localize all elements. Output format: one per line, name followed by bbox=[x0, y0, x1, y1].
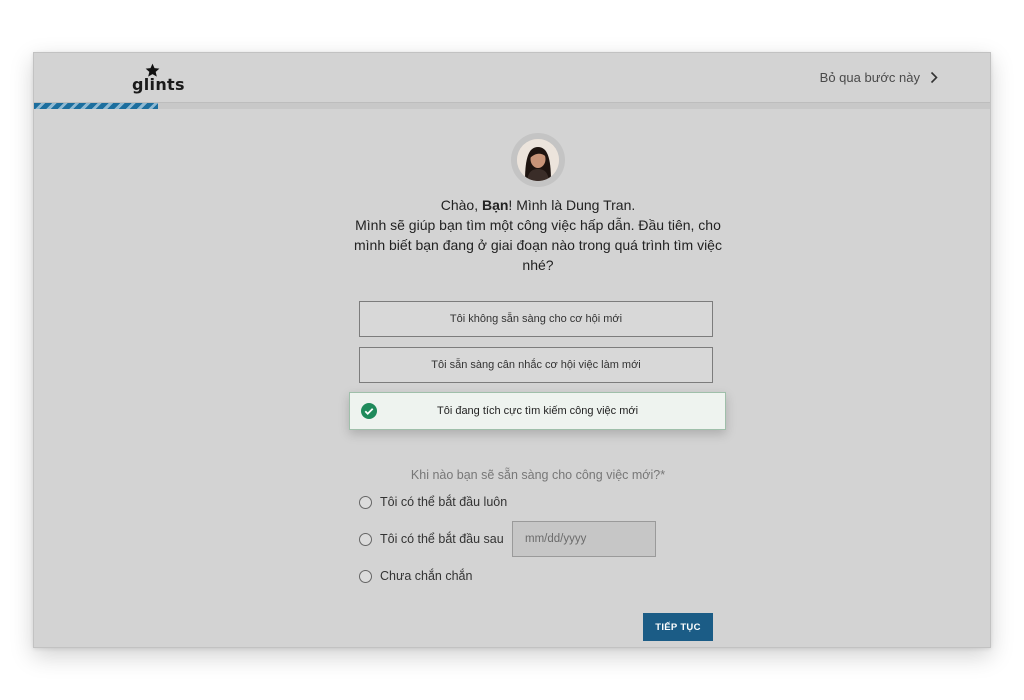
progress-bar bbox=[34, 102, 990, 109]
option-actively-looking[interactable]: Tôi đang tích cực tìm kiếm công việc mới bbox=[349, 392, 726, 430]
radio-label: Chưa chắn chắn bbox=[380, 569, 473, 583]
onboarding-window: glints Bỏ qua bước này Chào, Bạn! Mình l… bbox=[33, 52, 991, 648]
avatar bbox=[517, 139, 559, 181]
greeting-prefix: Chào, bbox=[440, 197, 482, 213]
skip-step-label: Bỏ qua bước này bbox=[819, 70, 920, 85]
recruiter-avatar bbox=[511, 133, 565, 187]
greeting-message: Mình sẽ giúp bạn tìm một công việc hấp d… bbox=[354, 217, 722, 273]
continue-button[interactable]: TIẾP TỤC bbox=[643, 613, 713, 641]
radio-button[interactable] bbox=[359, 532, 372, 546]
start-date-input[interactable] bbox=[512, 521, 656, 557]
radio-not-sure[interactable]: Chưa chắn chắn bbox=[359, 569, 472, 583]
greeting-suffix: ! Mình là Dung Tran. bbox=[508, 197, 636, 213]
radio-button[interactable] bbox=[359, 569, 372, 583]
availability-question: Khi nào bạn sẽ sẵn sàng cho công việc mớ… bbox=[410, 468, 666, 482]
top-bar: glints Bỏ qua bước này bbox=[34, 53, 990, 103]
greeting-text: Chào, Bạn! Mình là Dung Tran. Mình sẽ gi… bbox=[338, 195, 738, 275]
option-label: Tôi sẵn sàng cân nhắc cơ hội việc làm mớ… bbox=[431, 359, 641, 371]
radio-button[interactable] bbox=[359, 495, 372, 509]
option-label: Tôi không sẵn sàng cho cơ hội mới bbox=[449, 313, 623, 325]
recruiter-portrait-icon bbox=[517, 139, 559, 181]
radio-label: Tôi có thể bắt đầu luôn bbox=[380, 495, 508, 509]
option-open-to-offers[interactable]: Tôi sẵn sàng cân nhắc cơ hội việc làm mớ… bbox=[359, 347, 713, 383]
chevron-right-icon bbox=[930, 71, 938, 84]
check-circle-icon bbox=[361, 403, 377, 419]
radio-start-now[interactable]: Tôi có thể bắt đầu luôn bbox=[359, 495, 507, 509]
greeting-name: Bạn bbox=[481, 197, 509, 213]
skip-step-link[interactable]: Bỏ qua bước này bbox=[820, 70, 938, 85]
glints-logo[interactable]: glints bbox=[132, 63, 184, 95]
logo-text: glints bbox=[132, 75, 185, 94]
option-not-ready[interactable]: Tôi không sẵn sàng cho cơ hội mới bbox=[359, 301, 713, 337]
radio-label: Tôi có thể bắt đầu sau bbox=[380, 532, 504, 546]
option-label: Tôi đang tích cực tìm kiếm công việc mới bbox=[436, 405, 639, 417]
progress-fill bbox=[34, 103, 159, 109]
radio-start-later[interactable]: Tôi có thể bắt đầu sau bbox=[359, 532, 504, 546]
